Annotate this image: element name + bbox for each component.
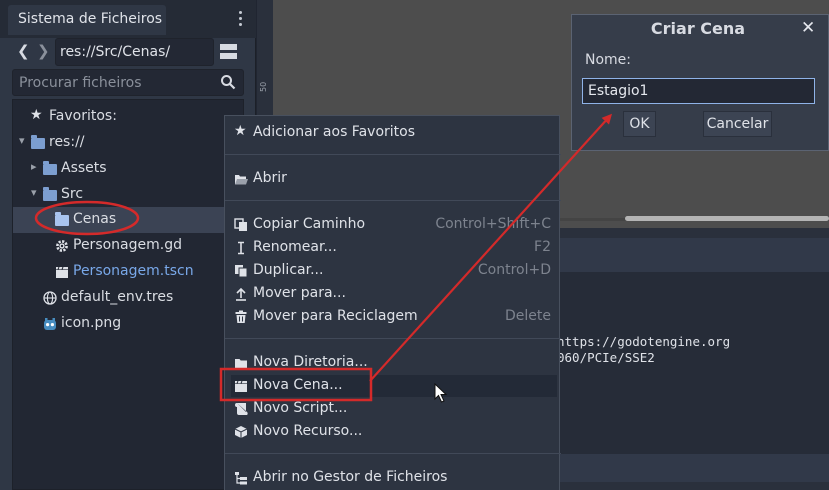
layout-toggle-icon[interactable] <box>220 44 237 60</box>
dialog-title: Criar Cena <box>650 19 746 38</box>
nav-back-button[interactable]: ❮ <box>17 42 30 60</box>
close-icon[interactable]: ✕ <box>801 18 815 38</box>
folder-icon <box>31 135 45 149</box>
path-input[interactable] <box>55 38 214 66</box>
chevron-right-icon[interactable]: ▸ <box>31 160 37 173</box>
folder-icon <box>235 359 247 369</box>
scene-name-input[interactable] <box>582 78 815 104</box>
folder-icon <box>55 212 69 226</box>
chevron-down-icon[interactable]: ▾ <box>31 186 37 199</box>
menu-separator <box>225 154 561 155</box>
kebab-menu-icon[interactable] <box>234 9 246 29</box>
filesystem-icon <box>235 472 247 485</box>
cube-icon <box>234 426 248 438</box>
ruler-label: 50 <box>259 81 268 92</box>
folder-icon <box>43 161 57 175</box>
folder-icon <box>43 187 57 201</box>
text-cursor-icon <box>238 241 244 255</box>
tree-item-assets[interactable]: ▸ Assets <box>13 156 245 182</box>
menu-item-new-script[interactable]: Novo Script... <box>231 398 557 420</box>
godot-logo-icon <box>44 318 56 330</box>
console-line: 060/PCIe/SSE2 <box>557 350 655 365</box>
menu-item-add-favorites[interactable]: ★ Adicionar aos Favoritos <box>231 122 557 144</box>
nav-forward-button[interactable]: ❯ <box>37 42 50 60</box>
menu-item-new-resource[interactable]: Novo Recurso... <box>231 421 557 443</box>
tree-item-personagem-gd[interactable]: Personagem.gd <box>13 233 245 259</box>
copy-icon <box>234 218 247 231</box>
search-icon[interactable] <box>220 74 236 90</box>
viewport-hscrollbar[interactable] <box>625 216 829 221</box>
star-icon: ★ <box>234 123 247 139</box>
menu-item-duplicate[interactable]: Duplicar... Control+D <box>231 260 557 282</box>
menu-separator <box>225 200 561 201</box>
script-icon <box>235 403 248 415</box>
filesystem-dock: Sistema de Ficheiros ❮ ❯ ★ Favoritos: ▾ … <box>0 0 256 490</box>
folder-open-icon <box>235 175 248 185</box>
tree-item-cenas[interactable]: Cenas <box>13 207 245 233</box>
clapperboard-icon <box>235 380 247 392</box>
filesystem-tabbar: Sistema de Ficheiros <box>0 0 256 38</box>
menu-item-new-scene[interactable]: Nova Cena... <box>231 375 557 397</box>
file-tree: ★ Favoritos: ▾ res:// ▸ Assets ▾ Src Cen… <box>12 99 245 490</box>
mouse-cursor-icon <box>434 383 448 403</box>
gear-icon <box>56 240 68 252</box>
menu-separator <box>225 338 561 339</box>
create-scene-dialog: Criar Cena ✕ Nome: OK Cancelar <box>571 14 829 151</box>
tree-item-res-root[interactable]: ▾ res:// <box>13 130 245 156</box>
context-menu: ★ Adicionar aos Favoritos Abrir Copiar C… <box>224 115 561 490</box>
menu-item-move-to-trash[interactable]: Mover para Reciclagem Delete <box>231 306 557 328</box>
duplicate-icon <box>235 265 248 278</box>
tree-item-icon-png[interactable]: icon.png <box>13 311 245 337</box>
menu-item-copy-path[interactable]: Copiar Caminho Control+Shift+C <box>231 214 557 236</box>
menu-separator <box>225 453 561 454</box>
menu-item-rename[interactable]: Renomear... F2 <box>231 237 557 259</box>
name-label: Nome: <box>585 52 632 68</box>
menu-item-new-folder[interactable]: Nova Diretoria... <box>231 352 557 374</box>
tree-item-personagem-tscn[interactable]: Personagem.tscn <box>13 259 245 285</box>
console-line: https://godotengine.org <box>557 334 731 349</box>
menu-item-move-to[interactable]: Mover para... <box>231 283 557 305</box>
search-files-input[interactable] <box>12 69 244 96</box>
trash-icon <box>235 310 247 323</box>
tree-item-src[interactable]: ▾ Src <box>13 182 245 208</box>
filesystem-tab[interactable]: Sistema de Ficheiros <box>8 5 166 35</box>
menu-item-open-file-manager[interactable]: Abrir no Gestor de Ficheiros <box>231 467 557 489</box>
cancel-button[interactable]: Cancelar <box>703 111 772 137</box>
menu-item-open[interactable]: Abrir <box>231 168 557 190</box>
clapperboard-icon <box>56 266 68 278</box>
chevron-down-icon[interactable]: ▾ <box>19 134 25 147</box>
arrow-up-icon <box>236 287 246 301</box>
star-icon: ★ <box>30 107 43 123</box>
tree-item-default-env[interactable]: default_env.tres <box>13 285 245 311</box>
ok-button[interactable]: OK <box>623 111 656 137</box>
tree-item-favorites[interactable]: ★ Favoritos: <box>13 104 245 130</box>
globe-icon <box>43 291 57 305</box>
